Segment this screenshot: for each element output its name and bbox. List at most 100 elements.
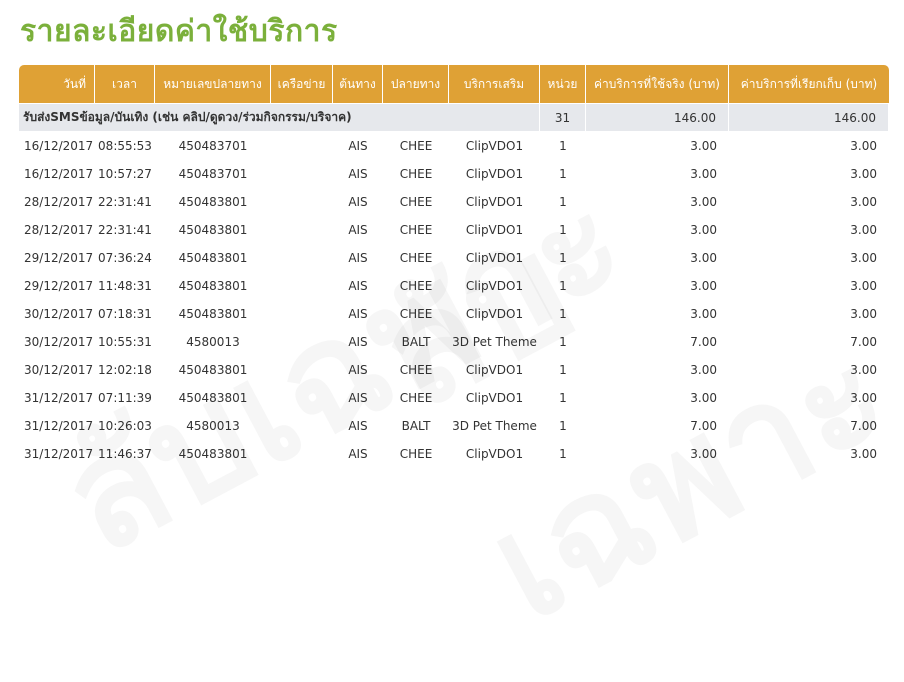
cell-network <box>271 356 333 384</box>
cell-destination-number: 4580013 <box>186 419 240 433</box>
cell-date: 30/12/2017 <box>24 335 94 349</box>
cell-destination-number: 450483801 <box>178 223 248 237</box>
cell-service: ClipVDO1 <box>465 447 524 461</box>
header-service: บริการเสริม <box>449 65 540 103</box>
cell-destination-number: 450483801 <box>178 363 248 377</box>
table-row: 29/12/2017 07:36:24 450483801 AIS CHEE ClipVD… <box>19 244 889 272</box>
header-destination: ปลายทาง <box>383 65 449 103</box>
table-row: 30/12/2017 07:18:31 450483801 AIS CHEE ClipVD… <box>19 300 889 328</box>
cell-billed-charge: 3.00 <box>850 279 877 293</box>
cell-origin: AIS <box>348 279 368 293</box>
cell-units: 1 <box>559 307 567 321</box>
cell-billed-charge: 3.00 <box>850 391 877 405</box>
cell-date: 31/12/2017 <box>24 419 94 433</box>
group-row: รับส่งSMSข้อมูล/บันเทิง (เช่น คลิป/ดูดวง… <box>19 103 889 132</box>
cell-destination-number: 450483801 <box>178 251 248 265</box>
cell-date: 28/12/2017 <box>24 195 94 209</box>
cell-destination-number: 450483801 <box>178 391 248 405</box>
cell-network <box>271 244 333 272</box>
cell-network <box>271 272 333 300</box>
cell-date: 29/12/2017 <box>24 251 94 265</box>
cell-network <box>271 440 333 468</box>
cell-service: 3D Pet Theme <box>452 335 537 349</box>
cell-time: 10:55:31 <box>98 335 152 349</box>
cell-network <box>271 328 333 356</box>
cell-units: 1 <box>559 447 567 461</box>
cell-origin: AIS <box>348 363 368 377</box>
cell-time: 11:48:31 <box>98 279 152 293</box>
header-origin: ต้นทาง <box>333 65 383 103</box>
cell-network <box>271 188 333 216</box>
cell-units: 1 <box>559 223 567 237</box>
cell-date: 16/12/2017 <box>24 139 94 153</box>
cell-service: ClipVDO1 <box>465 167 524 181</box>
cell-service: 3D Pet Theme <box>452 419 537 433</box>
table-row: 30/12/2017 12:02:18 450483801 AIS CHEE ClipVD… <box>19 356 889 384</box>
cell-time: 22:31:41 <box>98 223 152 237</box>
cell-actual-charge: 7.00 <box>690 419 717 433</box>
cell-service: ClipVDO1 <box>465 251 524 265</box>
table-row: 29/12/2017 11:48:31 450483801 AIS CHEE ClipVD… <box>19 272 889 300</box>
cell-origin: AIS <box>348 139 368 153</box>
table-row: 28/12/2017 22:31:41 450483801 AIS CHEE ClipVD… <box>19 216 889 244</box>
cell-time: 07:11:39 <box>98 391 152 405</box>
cell-destination-number: 450483801 <box>178 279 248 293</box>
cell-origin: AIS <box>348 251 368 265</box>
cell-network <box>271 160 333 188</box>
cell-network <box>271 216 333 244</box>
cell-time: 12:02:18 <box>98 363 152 377</box>
table-header-row: วันที่ เวลา หมายเลขปลายทาง เครือข่าย ต้น… <box>19 65 889 103</box>
cell-origin: AIS <box>348 167 368 181</box>
group-actual-charge: 146.00 <box>586 103 729 132</box>
cell-billed-charge: 3.00 <box>850 139 877 153</box>
cell-service: ClipVDO1 <box>465 223 524 237</box>
cell-destination-number: 4580013 <box>186 335 240 349</box>
header-actual-charge: ค่าบริการที่ใช้จริง (บาท) <box>586 65 729 103</box>
cell-actual-charge: 3.00 <box>690 223 717 237</box>
cell-units: 1 <box>559 167 567 181</box>
header-date: วันที่ <box>19 65 95 103</box>
cell-network <box>271 384 333 412</box>
cell-billed-charge: 3.00 <box>850 195 877 209</box>
cell-billed-charge: 3.00 <box>850 167 877 181</box>
cell-destination: BALT <box>401 335 431 349</box>
cell-destination: CHEE <box>399 251 433 265</box>
cell-destination: CHEE <box>399 447 433 461</box>
cell-time: 22:31:41 <box>98 195 152 209</box>
header-units: หน่วย <box>540 65 586 103</box>
cell-actual-charge: 3.00 <box>690 279 717 293</box>
cell-destination-number: 450483701 <box>178 139 248 153</box>
group-billed-charge: 146.00 <box>729 103 889 132</box>
cell-origin: AIS <box>348 391 368 405</box>
cell-actual-charge: 3.00 <box>690 447 717 461</box>
cell-time: 11:46:37 <box>98 447 152 461</box>
cell-time: 10:26:03 <box>98 419 152 433</box>
cell-service: ClipVDO1 <box>465 279 524 293</box>
cell-billed-charge: 7.00 <box>850 419 877 433</box>
cell-destination-number: 450483801 <box>178 195 248 209</box>
page-title: รายละเอียดค่าใช้บริการ <box>20 14 338 49</box>
cell-units: 1 <box>559 363 567 377</box>
table-row: 31/12/2017 07:11:39 450483801 AIS CHEE ClipVD… <box>19 384 889 412</box>
cell-actual-charge: 3.00 <box>690 307 717 321</box>
cell-service: ClipVDO1 <box>465 139 524 153</box>
cell-time: 07:36:24 <box>98 251 152 265</box>
cell-time: 08:55:53 <box>98 139 152 153</box>
cell-destination: CHEE <box>399 195 433 209</box>
cell-date: 31/12/2017 <box>24 447 94 461</box>
cell-destination: CHEE <box>399 307 433 321</box>
cell-destination: CHEE <box>399 363 433 377</box>
cell-origin: AIS <box>348 419 368 433</box>
cell-actual-charge: 7.00 <box>690 335 717 349</box>
cell-destination: CHEE <box>399 279 433 293</box>
cell-units: 1 <box>559 419 567 433</box>
cell-billed-charge: 7.00 <box>850 335 877 349</box>
cell-units: 1 <box>559 251 567 265</box>
header-network: เครือข่าย <box>271 65 333 103</box>
cell-destination-number: 450483801 <box>178 447 248 461</box>
cell-service: ClipVDO1 <box>465 363 524 377</box>
cell-billed-charge: 3.00 <box>850 223 877 237</box>
cell-service: ClipVDO1 <box>465 391 524 405</box>
cell-actual-charge: 3.00 <box>690 251 717 265</box>
cell-origin: AIS <box>348 307 368 321</box>
